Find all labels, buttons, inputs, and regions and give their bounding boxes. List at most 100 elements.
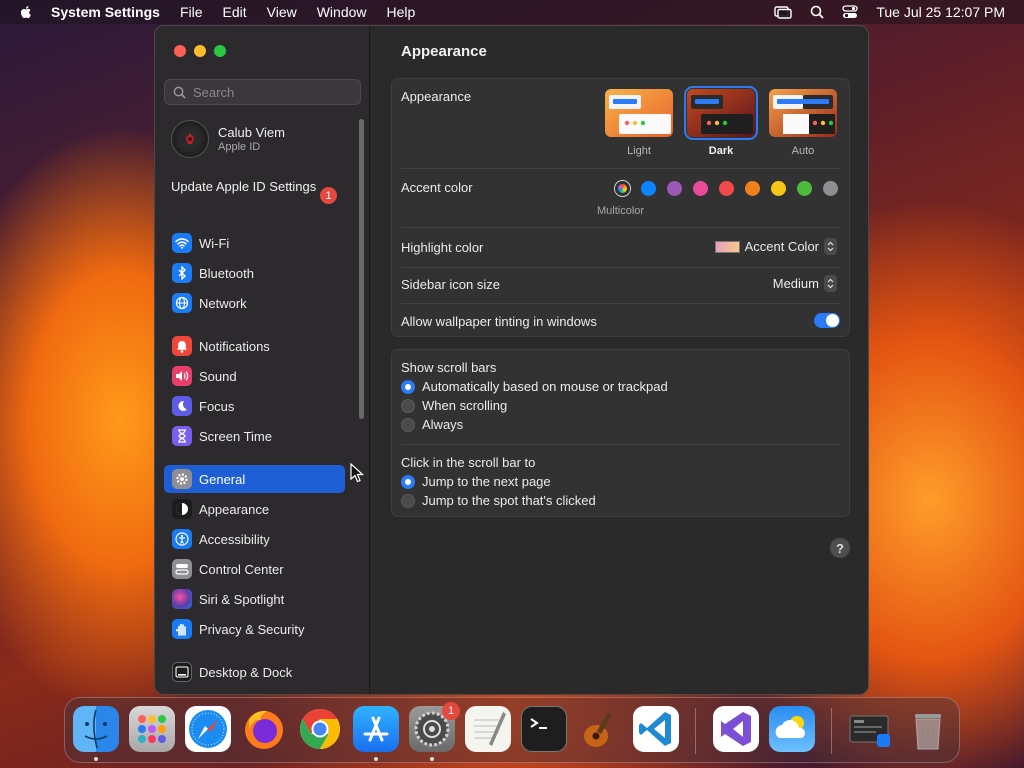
spotlight-search-icon[interactable] — [810, 5, 824, 19]
sidebar-item-screen-time[interactable]: Screen Time — [164, 422, 345, 450]
dock-finder[interactable] — [73, 706, 119, 752]
apple-id-account[interactable]: Calub Viem Apple ID — [171, 120, 285, 158]
sidebar-item-general[interactable]: General — [164, 465, 345, 493]
dock-weather[interactable] — [769, 706, 815, 752]
sidebar-icon-size-popup[interactable]: Medium — [773, 275, 837, 292]
click-jump-to-spot-option[interactable]: Jump to the spot that's clicked — [401, 493, 596, 508]
dock-trash[interactable] — [905, 706, 951, 752]
accent-red-swatch[interactable] — [719, 181, 734, 196]
sidebar-item-appearance[interactable]: Appearance — [164, 495, 345, 523]
close-window-button[interactable] — [174, 45, 186, 57]
dock-vscode[interactable] — [633, 706, 679, 752]
appearance-light-option[interactable] — [605, 89, 673, 137]
dock-garageband[interactable] — [577, 706, 623, 752]
scroll-bars-always-option[interactable]: Always — [401, 417, 463, 432]
radio-button[interactable] — [401, 379, 415, 394]
gear-icon — [172, 469, 192, 489]
minimize-window-button[interactable] — [194, 45, 206, 57]
window-controls — [174, 45, 226, 57]
accent-graphite-swatch[interactable] — [823, 181, 838, 196]
radio-button[interactable] — [401, 493, 415, 508]
sidebar-scrollbar[interactable] — [359, 119, 364, 419]
sidebar-item-notifications[interactable]: Notifications — [164, 332, 345, 360]
radio-button[interactable] — [401, 417, 415, 432]
sidebar-item-label: Sound — [199, 368, 237, 384]
settings-window: Calub Viem Apple ID Update Apple ID Sett… — [154, 25, 869, 695]
menu-file[interactable]: File — [180, 4, 203, 20]
sidebar-icon-size-label: Sidebar icon size — [401, 277, 500, 292]
screen-mirroring-icon[interactable] — [774, 5, 793, 19]
accent-green-swatch[interactable] — [797, 181, 812, 196]
accent-purple-swatch[interactable] — [667, 181, 682, 196]
running-indicator — [430, 757, 434, 761]
settings-badge: 1 — [442, 702, 460, 720]
sidebar-item-privacy-security[interactable]: Privacy & Security — [164, 615, 345, 643]
dock-textedit[interactable] — [465, 706, 511, 752]
highlight-color-value: Accent Color — [744, 239, 819, 254]
dock-safari[interactable] — [185, 706, 231, 752]
help-button[interactable]: ? — [830, 538, 850, 558]
dock-firefox[interactable] — [241, 706, 287, 752]
dock-chrome[interactable] — [297, 706, 343, 752]
sidebar-item-wifi[interactable]: Wi-Fi — [164, 229, 345, 257]
divider — [401, 267, 840, 268]
sidebar-item-sound[interactable]: Sound — [164, 362, 345, 390]
accent-multicolor-swatch[interactable] — [615, 181, 630, 196]
sidebar-item-network[interactable]: Network — [164, 289, 345, 317]
sidebar-item-focus[interactable]: Focus — [164, 392, 345, 420]
account-subtitle: Apple ID — [218, 141, 261, 153]
multicolor-label: Multicolor — [597, 205, 645, 217]
avatar — [171, 120, 209, 158]
sidebar-item-label: Network — [199, 295, 247, 311]
globe-icon — [172, 293, 192, 313]
menu-app-name[interactable]: System Settings — [51, 4, 160, 20]
menu-window[interactable]: Window — [317, 4, 367, 20]
dock-app-store[interactable] — [353, 706, 399, 752]
radio-button[interactable] — [401, 474, 415, 489]
dock-visual-studio[interactable] — [713, 706, 759, 752]
launchpad-icon — [138, 715, 166, 743]
textedit-icon — [474, 712, 506, 746]
scroll-bars-when-scrolling-option[interactable]: When scrolling — [401, 398, 507, 413]
menubar-clock[interactable]: Tue Jul 25 12:07 PM — [876, 4, 1005, 20]
divider — [401, 444, 840, 445]
radio-button[interactable] — [401, 398, 415, 413]
appearance-settings-group: Appearance Light Dark Auto Accent color … — [391, 78, 850, 337]
page-title: Appearance — [401, 43, 487, 60]
apple-menu-icon[interactable] — [18, 4, 34, 20]
menu-edit[interactable]: Edit — [223, 4, 247, 20]
speaker-icon — [172, 366, 192, 386]
accent-pink-swatch[interactable] — [693, 181, 708, 196]
wallpaper-tinting-toggle[interactable] — [814, 313, 840, 328]
appearance-auto-option[interactable] — [769, 89, 837, 137]
search-input[interactable] — [193, 84, 343, 100]
appearance-icon — [172, 499, 192, 519]
sidebar-item-control-center[interactable]: Control Center — [164, 555, 345, 583]
zoom-window-button[interactable] — [214, 45, 226, 57]
sidebar-item-label: Accessibility — [199, 531, 270, 547]
sidebar-item-siri-spotlight[interactable]: Siri & Spotlight — [164, 585, 345, 613]
scroll-bars-automatic-option[interactable]: Automatically based on mouse or trackpad — [401, 379, 668, 394]
sidebar-item-bluetooth[interactable]: Bluetooth — [164, 259, 345, 287]
accent-blue-swatch[interactable] — [641, 181, 656, 196]
update-apple-id-settings[interactable]: Update Apple ID Settings — [171, 179, 339, 195]
menu-view[interactable]: View — [267, 4, 297, 20]
accent-orange-swatch[interactable] — [745, 181, 760, 196]
control-center-icon[interactable] — [842, 5, 858, 19]
account-name: Calub Viem — [218, 125, 285, 140]
highlight-color-popup[interactable]: Accent Color — [714, 238, 837, 255]
dock-downloads-stack[interactable] — [847, 706, 893, 752]
hand-icon — [172, 619, 192, 639]
accent-yellow-swatch[interactable] — [771, 181, 786, 196]
dock-terminal[interactable] — [521, 706, 567, 752]
sidebar-item-accessibility[interactable]: Accessibility — [164, 525, 345, 553]
sidebar-item-desktop-dock[interactable]: Desktop & Dock — [164, 658, 345, 686]
sidebar-item-label: Control Center — [199, 561, 284, 577]
sidebar-icon-size-value: Medium — [772, 276, 819, 291]
menu-help[interactable]: Help — [387, 4, 416, 20]
search-field[interactable] — [164, 79, 361, 105]
dock-launchpad[interactable] — [129, 706, 175, 752]
click-jump-next-page-option[interactable]: Jump to the next page — [401, 474, 551, 489]
bluetooth-icon — [172, 263, 192, 283]
appearance-dark-option[interactable] — [684, 86, 758, 140]
